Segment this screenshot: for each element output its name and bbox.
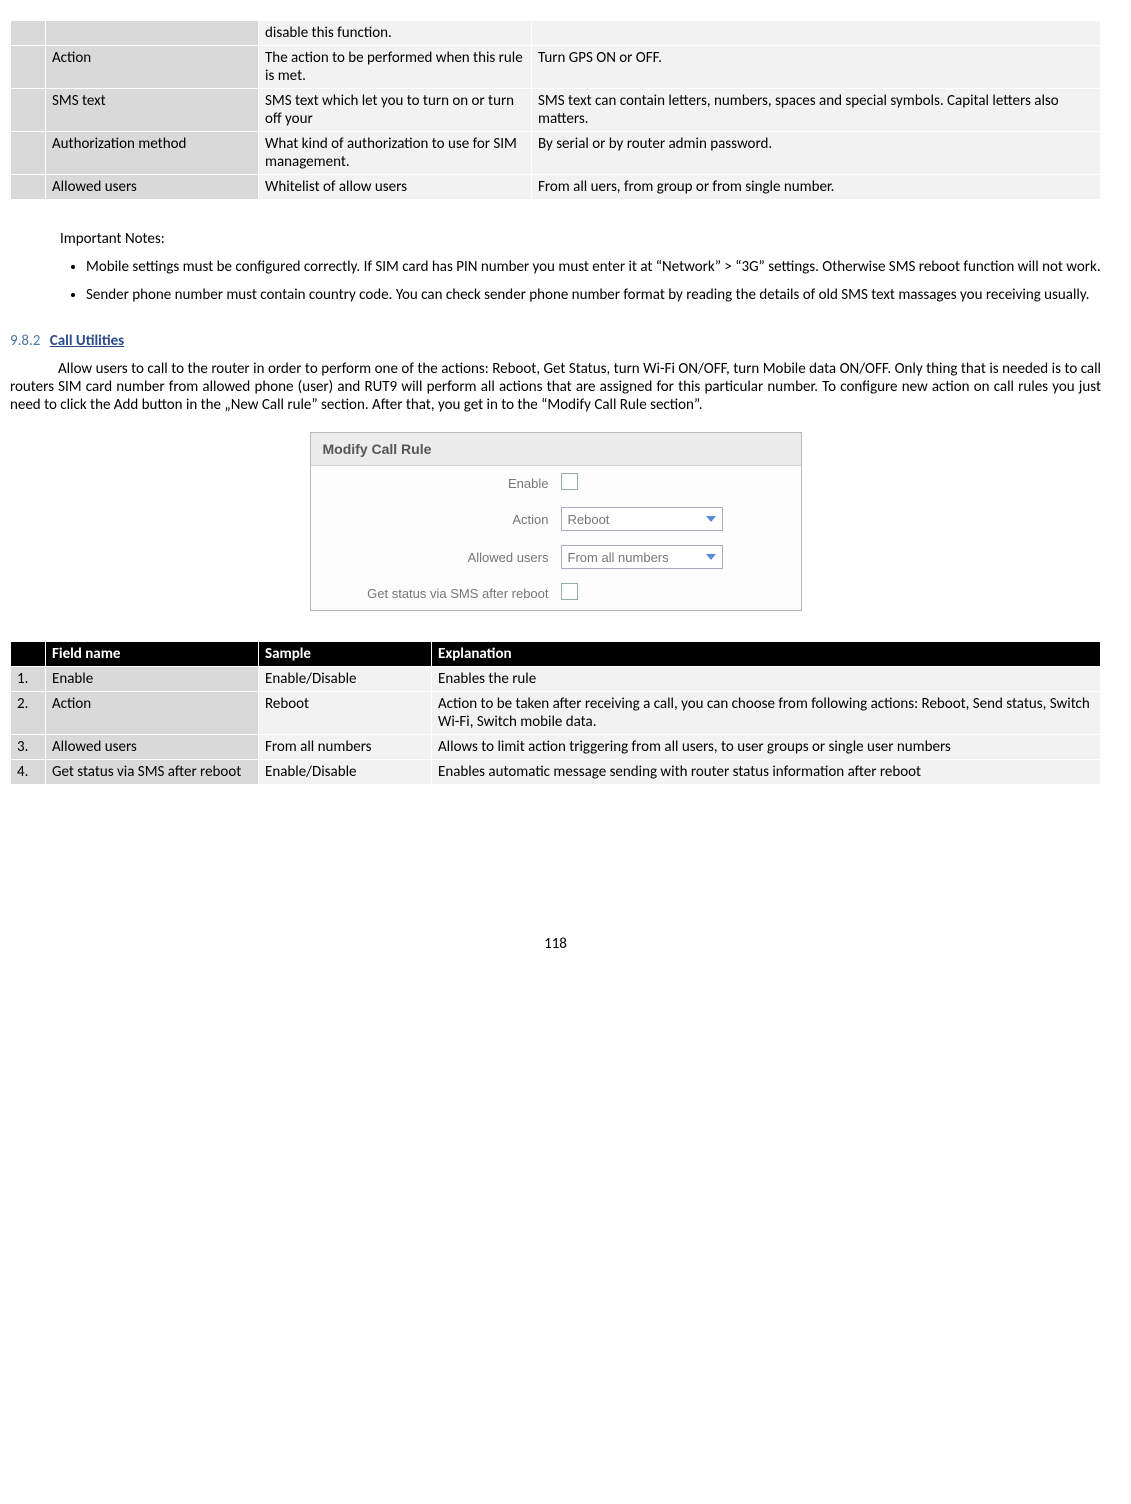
table-header: Field name [46,642,259,667]
notes-list: Mobile settings must be configured corre… [68,258,1101,304]
allowed-users-select[interactable]: From all numbers [561,545,723,569]
action-select-value: Reboot [568,512,610,527]
table-cell: What kind of authorization to use for SI… [259,132,532,175]
allowed-users-value: From all numbers [568,550,669,565]
chevron-down-icon [704,550,718,564]
enable-checkbox[interactable] [561,473,578,490]
list-item: Mobile settings must be configured corre… [86,258,1101,276]
table-cell: Reboot [259,692,432,735]
table-cell: From all numbers [259,735,432,760]
table-cell: 4. [11,760,46,785]
table-cell: Enable/Disable [259,760,432,785]
table-cell: Whitelist of allow users [259,175,532,200]
table-cell: 2. [11,692,46,735]
table-cell [11,175,46,200]
status-sms-checkbox[interactable] [561,583,578,600]
table-cell [11,89,46,132]
table-cell: Action [46,46,259,89]
section-number: 9.8.2 [10,332,40,350]
chevron-down-icon [704,512,718,526]
table-cell: Enables automatic message sending with r… [432,760,1101,785]
table-cell: Enable/Disable [259,667,432,692]
table-cell: By serial or by router admin password. [532,132,1101,175]
table-cell: The action to be performed when this rul… [259,46,532,89]
table-cell: Turn GPS ON or OFF. [532,46,1101,89]
status-sms-label: Get status via SMS after reboot [329,586,561,601]
table-cell [532,21,1101,46]
table-cell: Allows to limit action triggering from a… [432,735,1101,760]
table-cell: Enable [46,667,259,692]
section-paragraph: Allow users to call to the router in ord… [10,360,1101,414]
table-cell: 1. [11,667,46,692]
table-cell: Action to be taken after receiving a cal… [432,692,1101,735]
table-header: Explanation [432,642,1101,667]
table-cell: SMS text [46,89,259,132]
table-cell: Get status via SMS after reboot [46,760,259,785]
section-heading: 9.8.2 Call Utilities [10,332,1101,350]
list-item: Sender phone number must contain country… [86,286,1101,304]
section-title: Call Utilities [50,332,124,350]
table-cell [11,21,46,46]
table-cell [11,46,46,89]
panel-title: Modify Call Rule [311,433,801,466]
table-cell: From all uers, from group or from single… [532,175,1101,200]
params-table-1: disable this function. Action The action… [10,20,1101,200]
table-cell [11,132,46,175]
params-table-2: Field name Sample Explanation 1. Enable … [10,641,1101,785]
table-cell: SMS text which let you to turn on or tur… [259,89,532,132]
allowed-users-label: Allowed users [329,550,561,565]
table-cell [46,21,259,46]
action-select[interactable]: Reboot [561,507,723,531]
table-cell: Allowed users [46,175,259,200]
table-cell: Authorization method [46,132,259,175]
table-cell: Enables the rule [432,667,1101,692]
table-cell: disable this function. [259,21,532,46]
page-number: 118 [10,935,1101,953]
table-header: Sample [259,642,432,667]
enable-label: Enable [329,476,561,491]
table-cell: Action [46,692,259,735]
table-cell: Allowed users [46,735,259,760]
action-label: Action [329,512,561,527]
table-header [11,642,46,667]
notes-heading: Important Notes: [60,230,1101,248]
table-cell: SMS text can contain letters, numbers, s… [532,89,1101,132]
modify-call-rule-panel: Modify Call Rule Enable Action Reboot Al… [310,432,802,611]
table-cell: 3. [11,735,46,760]
